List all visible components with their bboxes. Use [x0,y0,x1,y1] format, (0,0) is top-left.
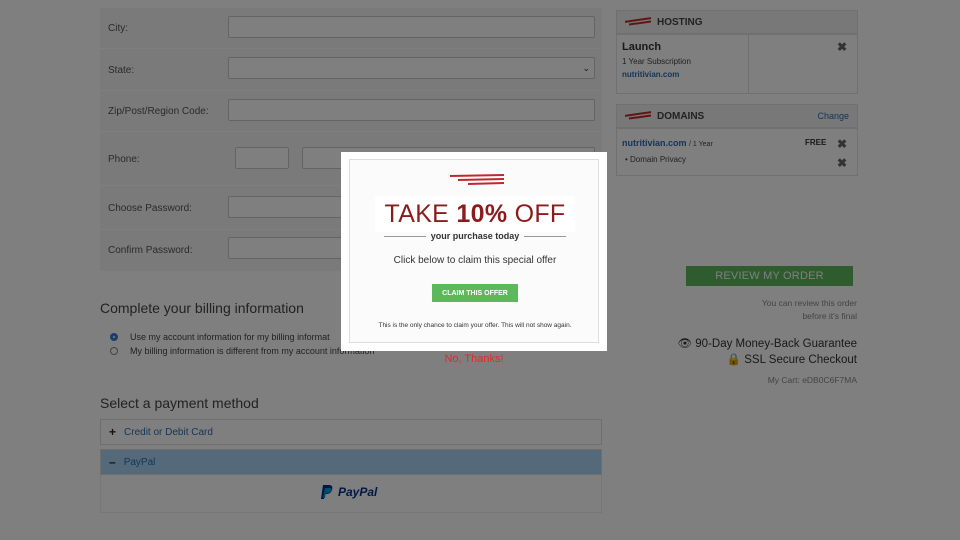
offer-title: TAKE 10% OFF [350,200,600,229]
offer-title-percent: 10% [456,200,508,228]
offer-footnote: This is the only chance to claim your of… [378,322,572,329]
brand-flag-icon [450,174,504,185]
offer-claim-text: Click below to claim this special offer [393,255,557,266]
offer-modal-inner: TAKE 10% OFF your purchase today Click b… [349,159,599,343]
offer-modal: TAKE 10% OFF your purchase today Click b… [341,152,607,351]
offer-title-pre: TAKE [384,200,457,228]
offer-title-post: OFF [507,200,566,228]
no-thanks-link[interactable]: No, Thanks! [424,353,524,365]
claim-offer-button[interactable]: CLAIM THIS OFFER [432,284,518,302]
offer-subtitle: your purchase today [430,231,520,241]
